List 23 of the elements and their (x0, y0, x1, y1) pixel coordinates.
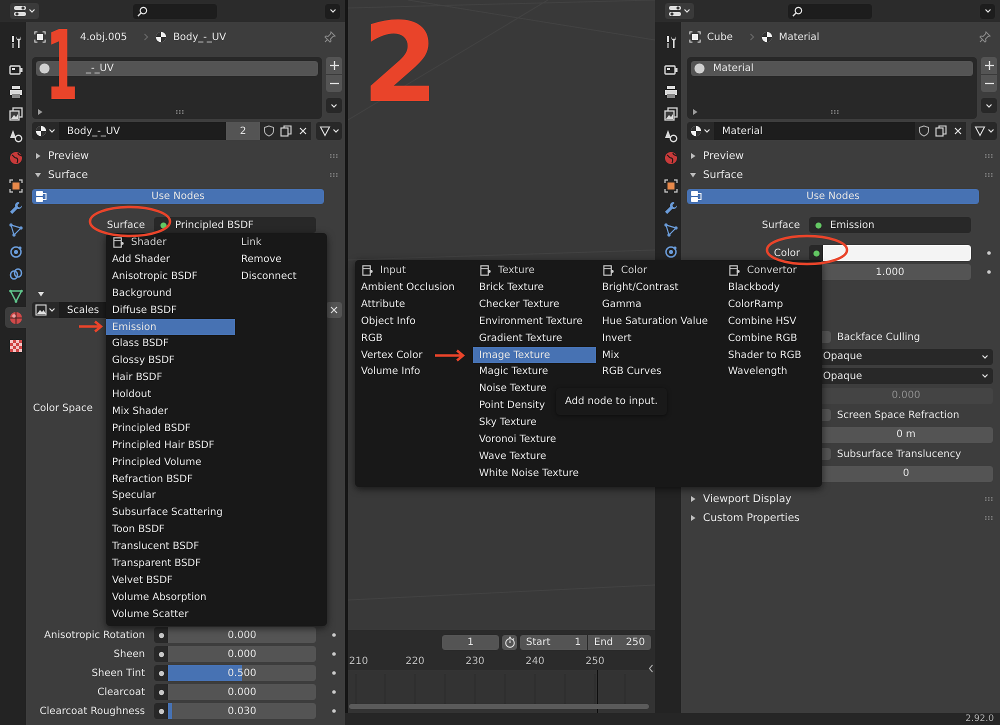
field-label: Sheen (114, 648, 145, 660)
annotation-number: 2 (362, 8, 439, 118)
version-label: 2.92.0 (965, 714, 994, 724)
menu-heading: Shader (131, 236, 166, 248)
frame-number: 240 (524, 656, 546, 666)
frame-number: 250 (584, 656, 606, 666)
field-label: Color (774, 248, 800, 258)
field-label: Clearcoat (97, 686, 145, 698)
field-label: Sheen Tint (92, 668, 145, 678)
menu-heading: Link (241, 236, 262, 248)
menu-heading: Texture (498, 264, 535, 276)
menu-heading: Convertor (747, 264, 797, 276)
frame-number: 210 (348, 656, 370, 666)
frame-number: 230 (464, 656, 486, 666)
field-label: Anisotropic Rotation (44, 630, 145, 640)
field-label: Clearcoat Roughness (40, 706, 145, 716)
tooltip: Add node to input. (556, 388, 667, 415)
frame-number: 220 (404, 656, 426, 666)
menu-heading: Input (380, 264, 406, 276)
field-label: Color Space (33, 402, 93, 414)
field-label: Surface (762, 220, 800, 230)
field-label: Surface (106, 220, 145, 230)
menu-heading: Color (621, 264, 648, 276)
